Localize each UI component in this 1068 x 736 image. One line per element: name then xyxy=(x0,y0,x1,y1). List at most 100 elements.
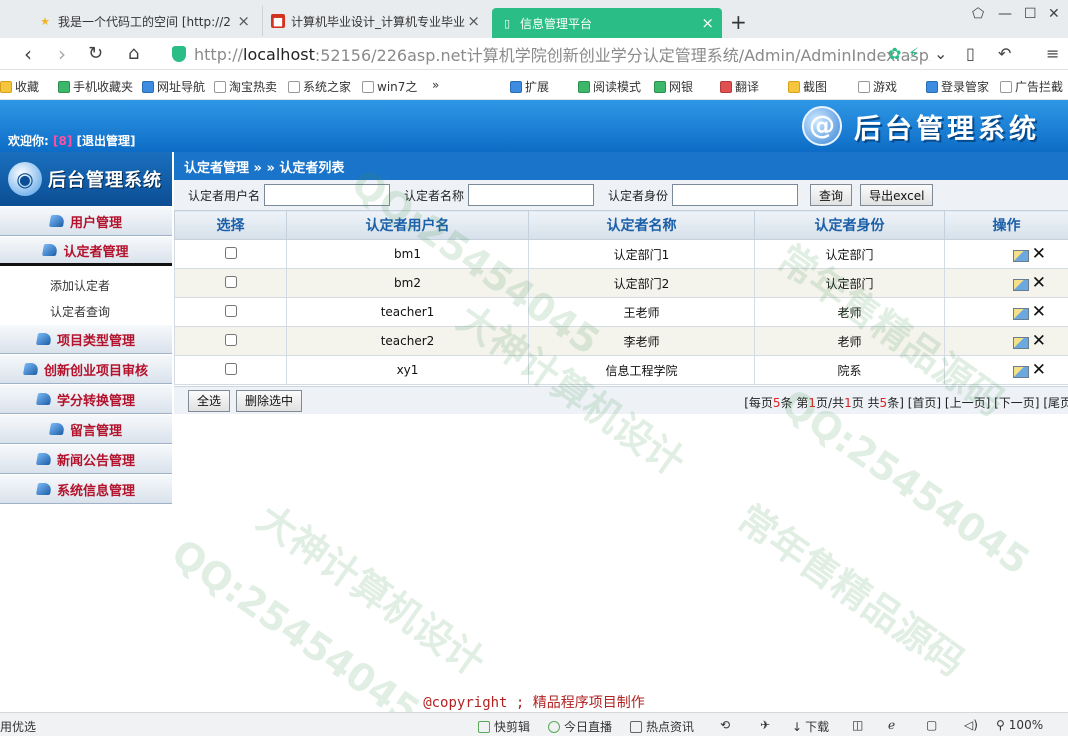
more-bookmarks-icon[interactable]: » xyxy=(432,78,439,92)
url-field[interactable]: http:// localhost :52156/226asp.net计算机学院… xyxy=(166,41,930,67)
delete-icon[interactable]: ✕ xyxy=(1032,244,1046,264)
identity-input[interactable] xyxy=(672,184,799,206)
actions-cell: ✕ xyxy=(944,297,1068,327)
home-icon[interactable]: ⌂ xyxy=(128,43,139,64)
name-label: 认定者名称 xyxy=(404,188,465,203)
name-input[interactable] xyxy=(468,184,595,206)
status-item[interactable]: ↓ 下载 xyxy=(792,718,829,735)
toolbar-item[interactable]: 扩展 xyxy=(510,78,549,95)
pager-last-link[interactable]: [尾页 xyxy=(1043,396,1068,410)
sidebar-item-messages[interactable]: 留言管理 xyxy=(0,414,172,444)
minimize-icon[interactable]: — xyxy=(998,6,1012,22)
sidebar-item-project-types[interactable]: 项目类型管理 xyxy=(0,324,172,354)
edit-icon[interactable] xyxy=(1012,250,1029,262)
sidebar-item-credit-conversion[interactable]: 学分转换管理 xyxy=(0,384,172,414)
bookmark-item[interactable]: 收藏 xyxy=(0,78,39,95)
status-item[interactable]: 热点资讯 xyxy=(630,718,694,735)
new-tab-button[interactable]: + xyxy=(730,10,747,34)
row-checkbox[interactable] xyxy=(224,246,237,259)
toolbar-item[interactable]: 翻译 xyxy=(720,78,759,95)
delete-icon[interactable]: ✕ xyxy=(1032,360,1046,380)
toolbar-item[interactable]: 网银 xyxy=(654,78,693,95)
name-cell: 认定部门2 xyxy=(528,268,755,298)
row-checkbox[interactable] xyxy=(224,275,237,288)
bookmark-item[interactable]: 网址导航 xyxy=(142,78,205,95)
bookmark-label: win7之 xyxy=(377,80,418,94)
row-checkbox[interactable] xyxy=(224,333,237,346)
edit-icon[interactable] xyxy=(1012,308,1029,320)
delete-selected-button[interactable]: 删除选中 xyxy=(236,389,303,412)
bookmark-item[interactable]: 系统之家 xyxy=(288,78,351,95)
pin-icon[interactable]: ✈ xyxy=(760,718,770,732)
speed-icon[interactable]: ⚡ xyxy=(908,44,919,63)
compat-icon[interactable]: ✿ xyxy=(888,44,901,63)
pager-per-page: 5 xyxy=(772,396,781,410)
username-input[interactable] xyxy=(264,184,391,206)
sidebar-item-project-review[interactable]: 创新创业项目审核 xyxy=(0,354,172,384)
layout-icon[interactable]: ◫ xyxy=(852,718,863,732)
sidebar-item-system-info[interactable]: 系统信息管理 xyxy=(0,474,172,504)
delete-icon[interactable]: ✕ xyxy=(1032,302,1046,322)
window-icon[interactable]: ▢ xyxy=(926,718,937,732)
skin-icon[interactable]: ⬠ xyxy=(972,6,984,22)
table-row: bm2 认定部门2 认定部门 ✕ xyxy=(174,268,1068,298)
block-icon xyxy=(1000,80,1012,93)
toolbar-item[interactable]: 登录管家 xyxy=(926,78,989,95)
select-all-button[interactable]: 全选 xyxy=(188,389,231,412)
toolbar-item[interactable]: 游戏 xyxy=(858,78,897,95)
browser-tab[interactable]: ★ 我是一个代码工的空间 [http://2 × xyxy=(30,6,258,36)
reload-icon[interactable]: ↻ xyxy=(88,43,103,64)
zoom-control[interactable]: ⚲ 100% xyxy=(996,718,1043,732)
query-button[interactable]: 查询 xyxy=(810,184,853,206)
edit-icon[interactable] xyxy=(1012,366,1029,378)
row-checkbox[interactable] xyxy=(224,362,237,375)
phone-icon[interactable]: ▯ xyxy=(966,44,975,63)
row-checkbox[interactable] xyxy=(224,304,237,317)
bookmark-item[interactable]: 手机收藏夹 xyxy=(58,78,133,95)
select-cell xyxy=(174,297,287,327)
forward-icon[interactable]: › xyxy=(58,42,66,66)
pager-next-link[interactable]: [下一页] xyxy=(994,396,1039,410)
pager-prev-link[interactable]: [上一页] xyxy=(945,396,990,410)
url-host: localhost xyxy=(243,44,315,64)
sidebar-item-news[interactable]: 新闻公告管理 xyxy=(0,444,172,474)
refresh-icon[interactable]: ⟲ xyxy=(720,718,730,732)
sound-icon[interactable]: ◁) xyxy=(964,718,978,732)
bookmark-item[interactable]: 淘宝热卖 xyxy=(214,78,277,95)
sidebar-subitem-query[interactable]: 认定者查询 xyxy=(0,298,172,324)
export-excel-button[interactable]: 导出excel xyxy=(860,184,934,206)
bookmark-label: 手机收藏夹 xyxy=(73,80,134,94)
toolbar-item[interactable]: 广告拦截 xyxy=(1000,78,1063,95)
sidebar-subitem-add[interactable]: 添加认定者 xyxy=(0,272,172,298)
ie-icon[interactable]: ℯ xyxy=(888,718,895,732)
sidebar-item-certifiers[interactable]: 认定者管理 xyxy=(0,236,172,266)
close-window-icon[interactable]: ✕ xyxy=(1048,6,1060,22)
dropdown-icon[interactable]: ⌄ xyxy=(934,44,947,63)
menu-icon[interactable]: ≡ xyxy=(1046,44,1059,63)
breadcrumb: 认定者管理 » » 认定者列表 xyxy=(174,152,1068,180)
sidebar-item-users[interactable]: 用户管理 xyxy=(0,206,172,236)
edit-icon[interactable] xyxy=(1012,279,1029,291)
delete-icon[interactable]: ✕ xyxy=(1032,331,1046,351)
close-icon[interactable]: × xyxy=(467,12,480,30)
pager-first-link[interactable]: [首页] xyxy=(908,396,941,410)
page-icon xyxy=(362,80,374,93)
close-icon[interactable]: × xyxy=(701,14,714,32)
browser-tab-active[interactable]: ▯ 信息管理平台 × xyxy=(492,8,722,38)
menu-icon xyxy=(48,423,66,435)
table-row: xy1 信息工程学院 院系 ✕ xyxy=(174,355,1068,385)
back-icon[interactable]: ‹ xyxy=(24,42,32,66)
delete-icon[interactable]: ✕ xyxy=(1032,273,1046,293)
maximize-icon[interactable]: ☐ xyxy=(1024,6,1037,22)
toolbar-item[interactable]: 截图 xyxy=(788,78,827,95)
identity-cell: 院系 xyxy=(754,355,945,385)
close-icon[interactable]: × xyxy=(237,12,250,30)
status-item[interactable]: 快剪辑 xyxy=(478,718,530,735)
undo-icon[interactable]: ↶ xyxy=(998,44,1011,63)
edit-icon[interactable] xyxy=(1012,337,1029,349)
status-item[interactable]: 今日直播 xyxy=(548,718,612,735)
bookmark-item[interactable]: win7之 xyxy=(362,78,417,95)
browser-tab[interactable]: ■ 计算机毕业设计_计算机专业毕业 × xyxy=(262,6,488,36)
toolbar-item[interactable]: 阅读模式 xyxy=(578,78,641,95)
logout-link[interactable]: [退出管理] xyxy=(77,134,136,148)
